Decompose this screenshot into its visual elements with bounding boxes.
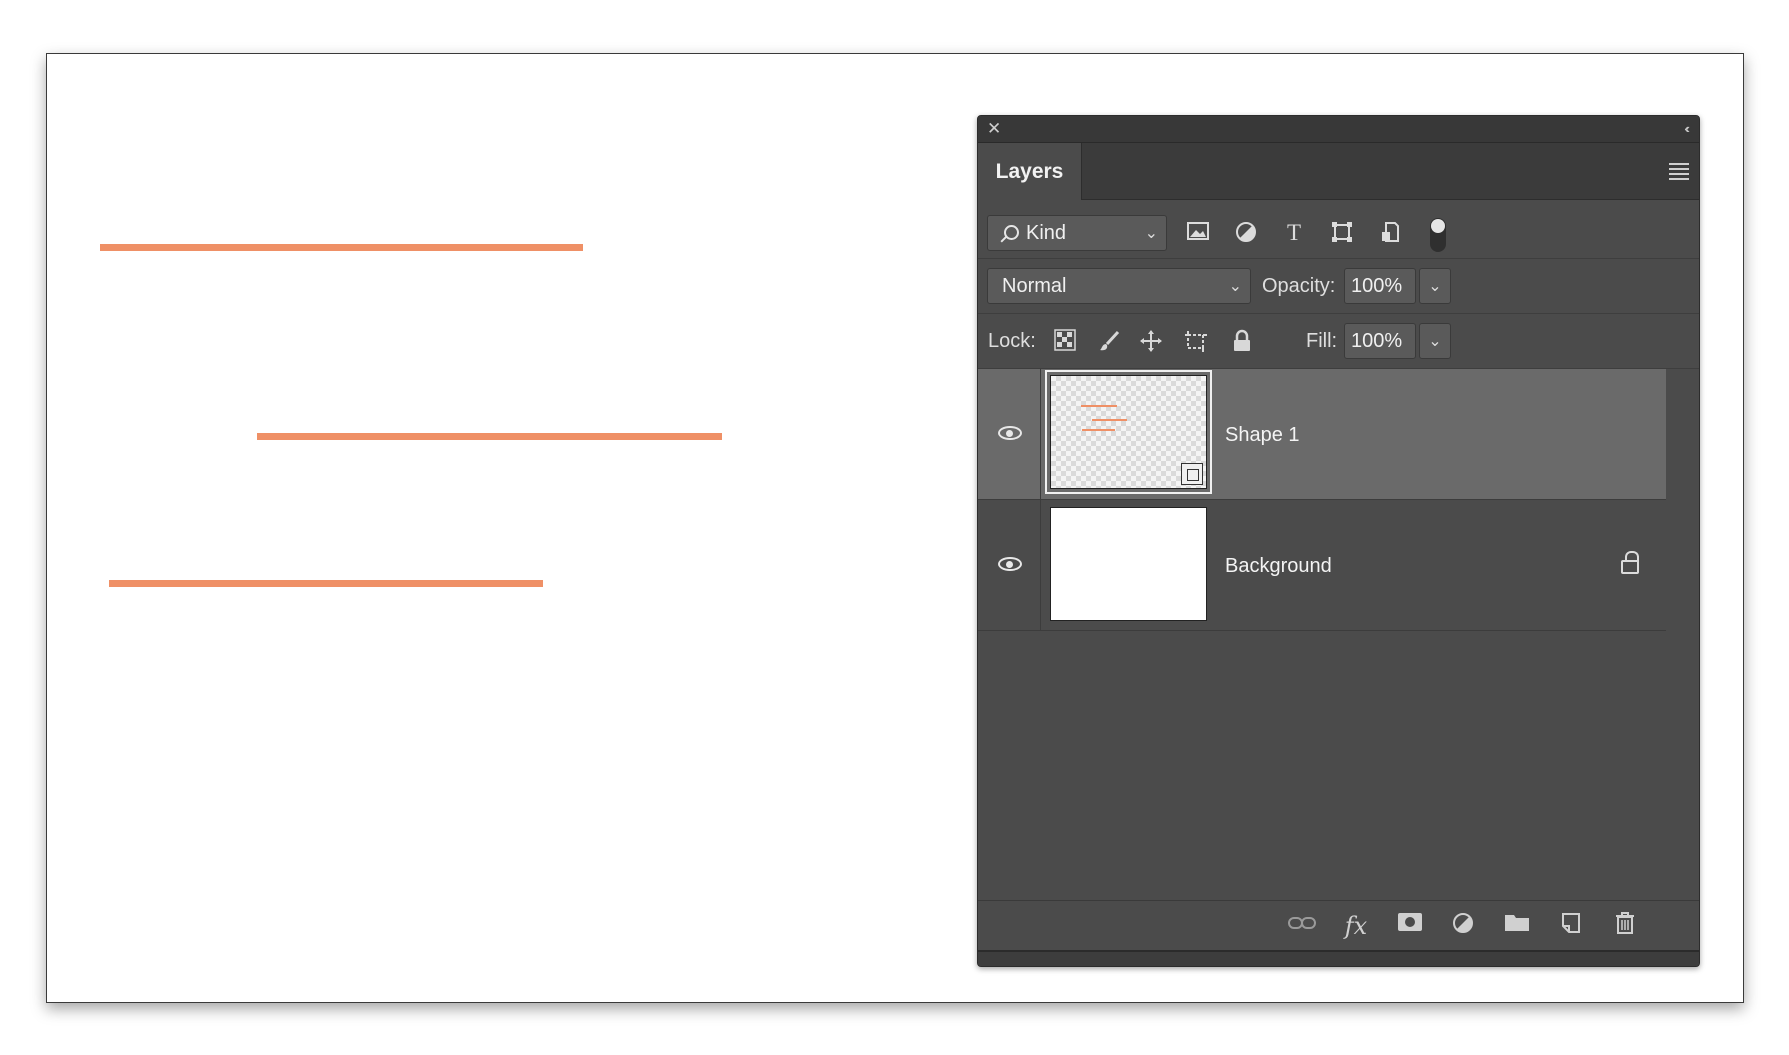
layer-row-shape-1[interactable]: Shape 1 — [978, 369, 1666, 500]
layer-thumbnail[interactable] — [1045, 370, 1212, 494]
opacity-dropdown-button[interactable]: ⌄ — [1419, 268, 1451, 304]
shape-line-1[interactable] — [100, 244, 583, 251]
lock-label: Lock: — [988, 330, 1036, 352]
layer-name[interactable]: Shape 1 — [1225, 424, 1300, 447]
layers-panel: ✕ ‹‹ Layers Kind ⌄ T Normal ⌄ Opacity: 1… — [977, 115, 1700, 967]
thumbnail-line — [1082, 429, 1115, 431]
new-group-icon[interactable] — [1502, 911, 1532, 941]
smart-object-filter-icon[interactable] — [1377, 220, 1403, 246]
layer-lock-icon[interactable] — [1621, 551, 1639, 574]
eye-icon[interactable] — [998, 426, 1022, 440]
fill-field[interactable]: 100% — [1344, 323, 1416, 359]
close-icon[interactable]: ✕ — [987, 119, 1001, 139]
panel-titlebar: ✕ ‹‹ — [978, 116, 1699, 143]
adjustment-filter-icon[interactable] — [1233, 220, 1259, 246]
chevron-down-icon: ⌄ — [1228, 278, 1242, 295]
lock-image-pixels-icon[interactable] — [1096, 329, 1122, 355]
blend-mode-dropdown[interactable]: Normal ⌄ — [987, 268, 1251, 304]
opacity-field[interactable]: 100% — [1344, 268, 1416, 304]
link-layers-icon[interactable] — [1287, 911, 1317, 941]
chevron-down-icon: ⌄ — [1144, 225, 1158, 242]
layer-row-background[interactable]: Background — [978, 500, 1666, 631]
new-layer-icon[interactable] — [1556, 911, 1586, 941]
collapse-icon[interactable]: ‹‹ — [1684, 119, 1689, 139]
layers-bottom-toolbar: fx — [978, 900, 1699, 951]
fill-label: Fill: — [1306, 330, 1338, 352]
shape-line-3[interactable] — [109, 580, 543, 587]
shape-line-2[interactable] — [257, 433, 722, 440]
panel-menu-icon[interactable] — [1669, 163, 1689, 183]
search-icon — [1004, 225, 1019, 240]
lock-all-icon[interactable] — [1229, 329, 1255, 355]
shape-layer-badge-icon — [1181, 463, 1203, 485]
lock-transparent-pixels-icon[interactable] — [1052, 329, 1078, 355]
thumbnail-line — [1081, 405, 1117, 407]
eye-icon[interactable] — [998, 557, 1022, 571]
filter-row: Kind ⌄ T — [978, 200, 1699, 259]
panel-tabbar: Layers — [978, 143, 1699, 200]
tab-layers[interactable]: Layers — [978, 143, 1082, 200]
shape-filter-icon[interactable] — [1329, 220, 1355, 246]
visibility-cell — [978, 369, 1041, 499]
adjustment-layer-icon[interactable] — [1448, 911, 1478, 941]
lock-artboard-icon[interactable] — [1183, 329, 1209, 355]
kind-filter-dropdown[interactable]: Kind ⌄ — [987, 215, 1167, 251]
thumbnail-line — [1092, 419, 1127, 421]
delete-layer-icon[interactable] — [1610, 911, 1640, 941]
filter-toggle[interactable] — [1430, 218, 1446, 252]
fx-icon[interactable]: fx — [1341, 911, 1371, 941]
type-filter-icon[interactable]: T — [1281, 220, 1307, 246]
blend-row: Normal ⌄ Opacity: 100% ⌄ — [978, 259, 1699, 314]
lock-row: Lock: Fill: 100% ⌄ — [978, 314, 1699, 369]
panel-resize-handle[interactable] — [978, 950, 1699, 966]
lock-position-icon[interactable] — [1138, 329, 1164, 355]
image-filter-icon[interactable] — [1185, 220, 1211, 246]
add-mask-icon[interactable] — [1395, 911, 1425, 941]
opacity-label: Opacity: — [1262, 275, 1336, 297]
layer-thumbnail[interactable] — [1050, 507, 1207, 621]
blend-mode-value: Normal — [1002, 274, 1067, 297]
layer-name[interactable]: Background — [1225, 555, 1332, 578]
visibility-cell — [978, 500, 1041, 630]
kind-filter-label: Kind — [1026, 221, 1067, 244]
fill-dropdown-button[interactable]: ⌄ — [1419, 323, 1451, 359]
